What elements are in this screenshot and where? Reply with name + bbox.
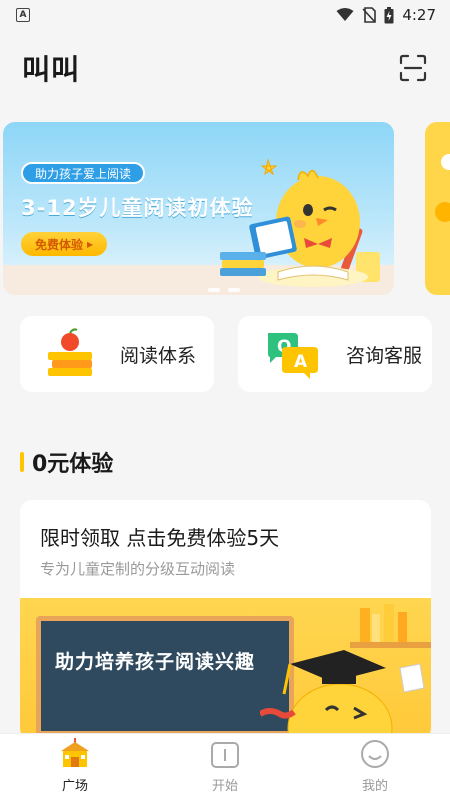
nav-tab-mine[interactable]: 我的 <box>300 734 450 800</box>
school-house-icon <box>61 738 89 767</box>
status-time: 4:27 <box>402 6 436 24</box>
nav-tab-start[interactable]: 开始 <box>150 734 300 800</box>
scan-icon <box>399 54 427 82</box>
trial-promo-card[interactable]: 限时领取 点击免费体验5天 专为儿童定制的分级互动阅读 助力培养孩子阅读兴趣 <box>20 500 431 740</box>
reading-system-card[interactable]: 阅读体系 <box>20 316 214 392</box>
carousel-indicator <box>208 288 240 292</box>
svg-text:A: A <box>294 352 308 372</box>
no-sim-icon <box>362 7 377 23</box>
promo-subtitle: 专为儿童定制的分级互动阅读 <box>40 560 236 578</box>
banner-title: 3-12岁儿童阅读初体验 <box>21 196 254 220</box>
qa-chat-icon: Q A <box>268 333 318 379</box>
customer-service-card[interactable]: Q A 咨询客服 <box>238 316 432 392</box>
battery-charging-icon <box>384 6 394 23</box>
next-banner-art <box>435 154 450 222</box>
free-trial-label: 免费体验 <box>35 237 84 252</box>
nav-label-start: 开始 <box>211 779 238 794</box>
free-trial-button[interactable]: 免费体验 ▶ <box>21 232 108 256</box>
bottom-navigation: 广场 开始 我的 <box>0 733 450 800</box>
graduate-chick-illustration <box>260 650 425 740</box>
banner-carousel[interactable]: 助力孩子爱上阅读 3-12岁儿童阅读初体验 免费体验 ▶ <box>0 122 450 297</box>
promo-title: 限时领取 点击免费体验5天 <box>40 526 280 550</box>
promo-illustration: 助力培养孩子阅读兴趣 <box>20 598 431 740</box>
banner-tag: 助力孩子爱上阅读 <box>21 162 146 184</box>
nav-label-mine: 我的 <box>361 779 388 794</box>
smiley-profile-icon <box>361 740 389 768</box>
customer-service-label: 咨询客服 <box>346 344 423 367</box>
chalkboard: 助力培养孩子阅读兴趣 <box>36 616 294 736</box>
app-title: 叫叫 <box>22 53 81 86</box>
notification-app-icon: A <box>16 8 30 22</box>
scan-button[interactable] <box>398 53 428 83</box>
start-book-icon <box>211 742 239 768</box>
section-heading: 0元体验 <box>20 446 113 478</box>
next-banner-preview[interactable] <box>425 122 450 295</box>
quick-links: 阅读体系 Q A 咨询客服 <box>20 316 432 392</box>
nav-label-plaza: 广场 <box>61 779 88 794</box>
book-stack-illustration <box>220 252 266 276</box>
wifi-icon <box>336 8 354 21</box>
section-title: 0元体验 <box>32 452 114 477</box>
reading-system-label: 阅读体系 <box>120 344 197 367</box>
books-apple-icon <box>48 328 92 376</box>
nav-tab-plaza[interactable]: 广场 <box>0 734 150 800</box>
play-arrow-icon: ▶ <box>87 239 94 249</box>
status-bar: A 4:27 <box>0 0 450 30</box>
section-accent-bar <box>20 452 24 472</box>
app-header: 叫叫 <box>0 40 450 96</box>
chalkboard-text: 助力培养孩子阅读兴趣 <box>55 651 256 673</box>
banner-slide[interactable]: 助力孩子爱上阅读 3-12岁儿童阅读初体验 免费体验 ▶ <box>3 122 394 295</box>
